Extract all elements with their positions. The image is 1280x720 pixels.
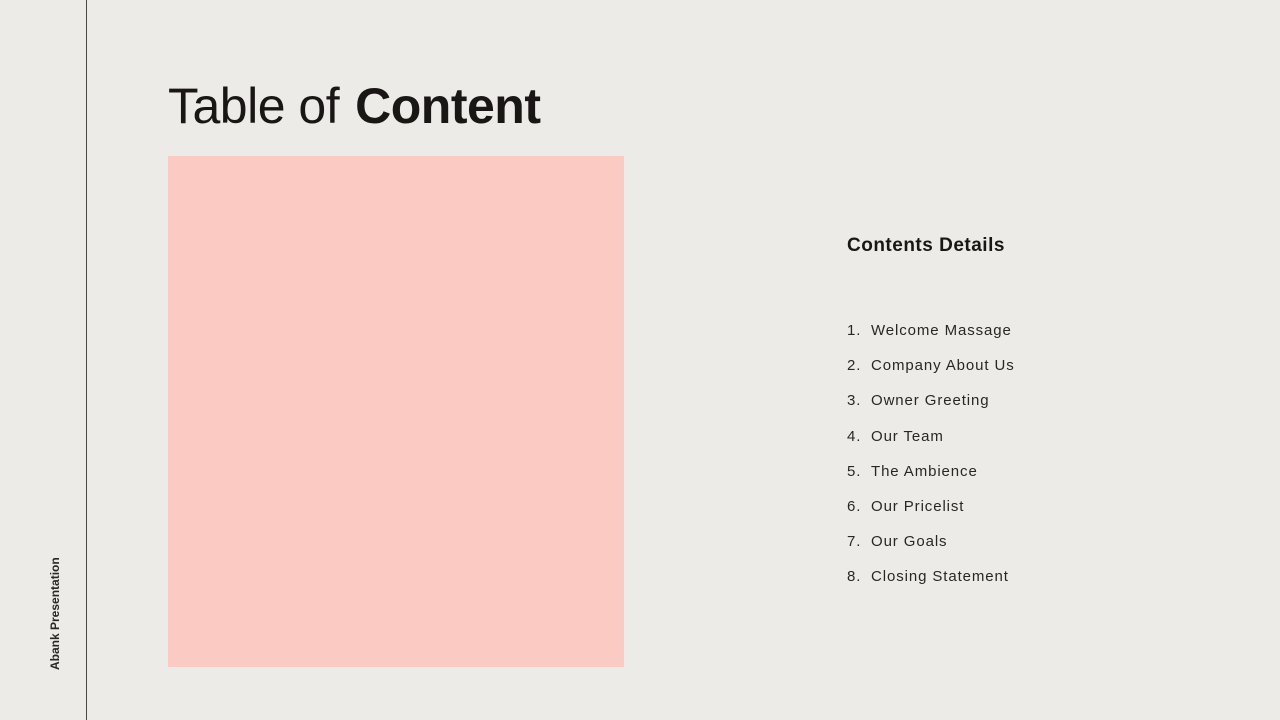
item-number: 3. [847,392,862,410]
list-item: 8. Closing Statement [847,566,1015,601]
vertical-divider [86,0,87,720]
item-label: Company About Us [871,357,1015,375]
list-item: 3. Owner Greeting [847,390,1015,425]
item-number: 4. [847,427,862,445]
title-light: Table of [168,78,340,134]
item-number: 2. [847,357,862,375]
item-number: 8. [847,568,862,586]
contents-list: 1. Welcome Massage 2. Company About Us 3. O… [847,320,1015,602]
list-item: 1. Welcome Massage [847,320,1015,355]
list-item: 4. Our Team [847,426,1015,461]
item-label: Owner Greeting [871,392,990,410]
item-label: Our Goals [871,533,948,551]
contents-heading: Contents Details [847,235,1005,256]
item-number: 6. [847,497,862,515]
list-item: 6. Our Pricelist [847,496,1015,531]
list-item: 5. The Ambience [847,461,1015,496]
image-placeholder [168,156,624,667]
presentation-label: Abank Presentation [48,557,62,670]
item-number: 5. [847,462,862,480]
item-label: Welcome Massage [871,322,1012,339]
list-item: 2. Company About Us [847,355,1015,390]
list-item: 7. Our Goals [847,531,1015,566]
item-number: 1. [847,322,862,339]
item-number: 7. [847,533,862,551]
page-title: Table of Content [168,76,541,136]
item-label: Our Team [871,427,944,445]
item-label: The Ambience [871,462,978,480]
item-label: Closing Statement [871,568,1009,586]
title-bold: Content [355,78,541,134]
item-label: Our Pricelist [871,497,965,515]
